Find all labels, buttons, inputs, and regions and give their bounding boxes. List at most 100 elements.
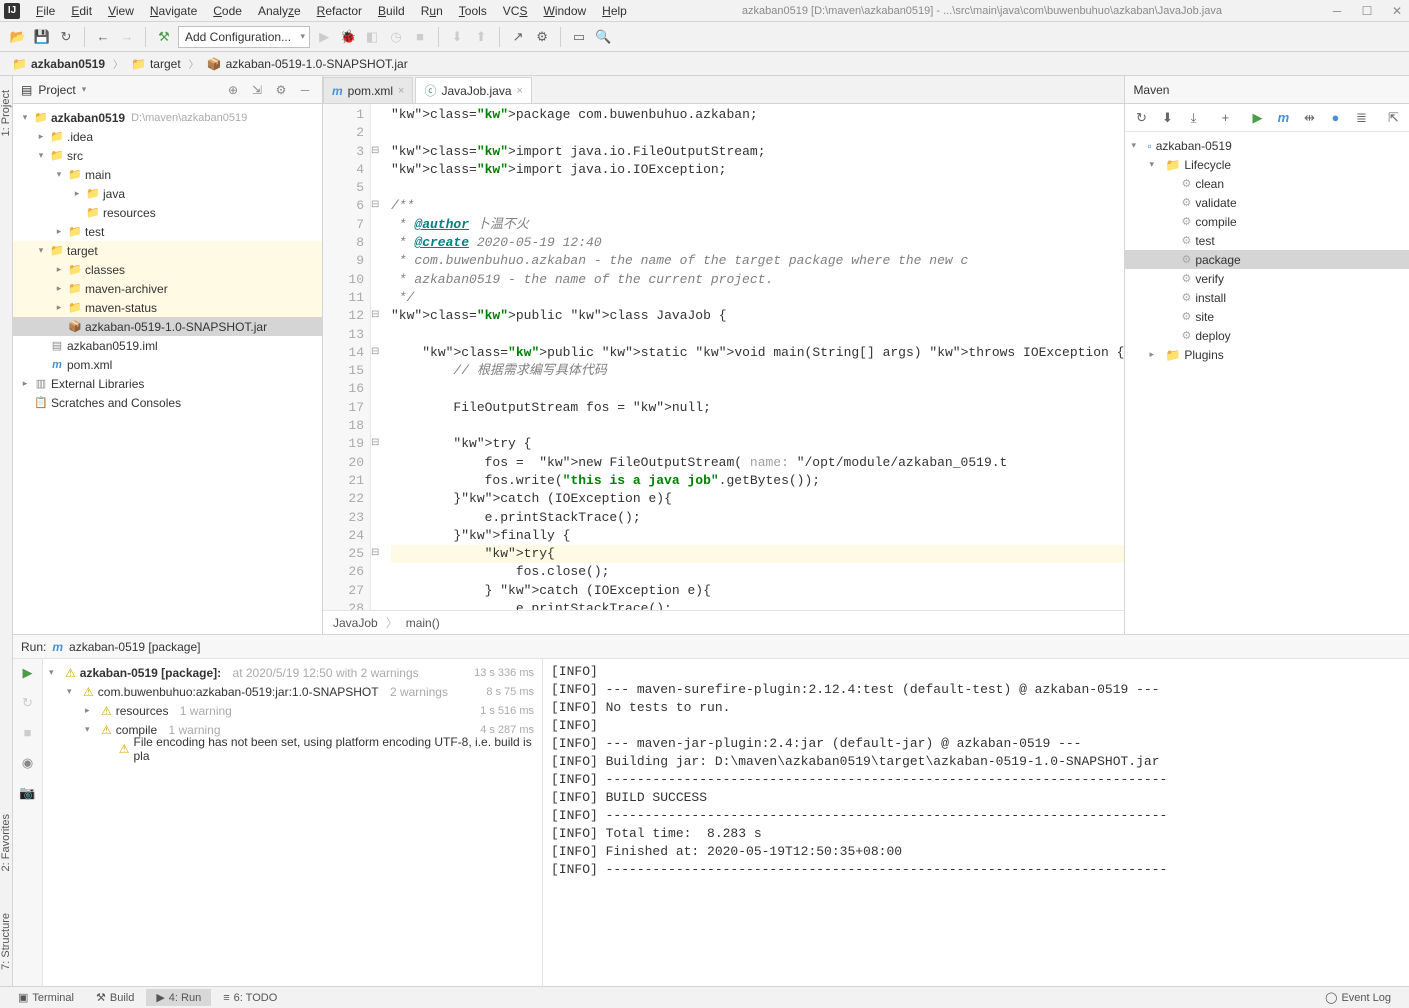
- menu-view[interactable]: View: [100, 2, 142, 20]
- tab-javajob[interactable]: ⓒJavaJob.java×: [415, 77, 532, 103]
- crumb-project[interactable]: 📁azkaban0519: [8, 57, 109, 71]
- breadcrumb-class[interactable]: JavaJob: [333, 616, 378, 630]
- show-icon[interactable]: ◉: [18, 755, 38, 775]
- forward-icon[interactable]: →: [117, 27, 137, 47]
- console-output[interactable]: [INFO][INFO] --- maven-surefire-plugin:2…: [543, 659, 1409, 986]
- crumb-target[interactable]: 📁target: [127, 57, 185, 71]
- menu-navigate[interactable]: Navigate: [142, 2, 205, 20]
- rail-structure[interactable]: 7: Structure: [0, 907, 12, 976]
- close-icon[interactable]: ×: [517, 85, 523, 97]
- menu-help[interactable]: Help: [594, 2, 635, 20]
- maven-phase-clean[interactable]: ⚙clean: [1125, 174, 1409, 193]
- menu-run[interactable]: Run: [413, 2, 451, 20]
- maven-lifecycle[interactable]: ▾📁Lifecycle: [1125, 155, 1409, 174]
- maven-phase-test[interactable]: ⚙test: [1125, 231, 1409, 250]
- tree-main[interactable]: ▾📁main: [13, 165, 322, 184]
- stab-terminal[interactable]: ▣Terminal: [8, 989, 84, 1006]
- tree-pom[interactable]: mpom.xml: [13, 355, 322, 374]
- tree-idea[interactable]: ▸📁.idea: [13, 127, 322, 146]
- run-tree-row[interactable]: ▾⚠com.buwenbuhuo:azkaban-0519:jar:1.0-SN…: [43, 682, 542, 701]
- expand-icon[interactable]: ⇲: [248, 83, 266, 97]
- download-icon[interactable]: ⤓: [1183, 108, 1203, 128]
- back-icon[interactable]: ←: [93, 27, 113, 47]
- sync-icon[interactable]: ↻: [56, 27, 76, 47]
- rail-project[interactable]: 1: Project: [0, 84, 12, 142]
- rerun-icon[interactable]: ▶: [18, 665, 38, 685]
- run-tree-row[interactable]: ⚠File encoding has not been set, using p…: [43, 739, 542, 758]
- run-icon[interactable]: ▶: [314, 27, 334, 47]
- close-button[interactable]: ✕: [1389, 4, 1405, 18]
- debug-icon[interactable]: 🐞: [338, 27, 358, 47]
- maven-phase-deploy[interactable]: ⚙deploy: [1125, 326, 1409, 345]
- tree-ext-lib[interactable]: ▸▥External Libraries: [13, 374, 322, 393]
- stab-todo[interactable]: ≡6: TODO: [213, 990, 287, 1006]
- chevron-down-icon[interactable]: ▾: [82, 84, 87, 95]
- maven-phase-verify[interactable]: ⚙verify: [1125, 269, 1409, 288]
- settings-icon[interactable]: ⚙: [532, 27, 552, 47]
- coverage-icon[interactable]: ◧: [362, 27, 382, 47]
- menu-vcs[interactable]: VCS: [495, 2, 536, 20]
- open-icon[interactable]: 📂: [8, 27, 28, 47]
- run-tree-row[interactable]: ▸⚠resources 1 warning1 s 516 ms: [43, 701, 542, 720]
- toggle-icon[interactable]: ⇹: [1299, 108, 1319, 128]
- collapse-icon[interactable]: ⇱: [1383, 108, 1403, 128]
- maven-root[interactable]: ▾▫azkaban-0519: [1125, 136, 1409, 155]
- gear-icon[interactable]: ⚙: [272, 83, 290, 97]
- reimport-icon[interactable]: ↻: [1131, 108, 1151, 128]
- tree-resources[interactable]: 📁resources: [13, 203, 322, 222]
- maven-phase-install[interactable]: ⚙install: [1125, 288, 1409, 307]
- tree-root[interactable]: ▾📁azkaban0519D:\maven\azkaban0519: [13, 108, 322, 127]
- tree-classes[interactable]: ▸📁classes: [13, 260, 322, 279]
- run-tab-label[interactable]: azkaban-0519 [package]: [69, 640, 200, 654]
- maven-phase-site[interactable]: ⚙site: [1125, 307, 1409, 326]
- maven-plugins[interactable]: ▸📁Plugins: [1125, 345, 1409, 364]
- minimize-button[interactable]: ─: [1329, 4, 1345, 18]
- hide-icon[interactable]: ─: [296, 83, 314, 97]
- stop-icon[interactable]: ■: [410, 27, 430, 47]
- dependencies-icon[interactable]: ≣: [1351, 108, 1371, 128]
- tree-maven-archiver[interactable]: ▸📁maven-archiver: [13, 279, 322, 298]
- stab-eventlog[interactable]: ◯Event Log: [1315, 989, 1401, 1006]
- maven-phase-compile[interactable]: ⚙compile: [1125, 212, 1409, 231]
- structure-icon[interactable]: ↗: [508, 27, 528, 47]
- tab-pom[interactable]: mpom.xml×: [323, 77, 413, 103]
- rail-favorites[interactable]: 2: Favorites: [0, 808, 12, 877]
- menu-build[interactable]: Build: [370, 2, 413, 20]
- generate-icon[interactable]: ⬇: [1157, 108, 1177, 128]
- menu-code[interactable]: Code: [205, 2, 250, 20]
- maximize-button[interactable]: ☐: [1359, 4, 1375, 18]
- tree-target[interactable]: ▾📁target: [13, 241, 322, 260]
- maven-phase-validate[interactable]: ⚙validate: [1125, 193, 1409, 212]
- menu-analyze[interactable]: Analyze: [250, 2, 309, 20]
- camera-icon[interactable]: 📷: [18, 785, 38, 805]
- menu-window[interactable]: Window: [535, 2, 594, 20]
- build-icon[interactable]: ⚒: [154, 27, 174, 47]
- close-icon[interactable]: ×: [398, 85, 404, 97]
- editor-body[interactable]: 1234567891011121314151617181920212223242…: [323, 104, 1124, 610]
- menu-file[interactable]: File: [28, 2, 63, 20]
- tree-src[interactable]: ▾📁src: [13, 146, 322, 165]
- vcs-commit-icon[interactable]: ⬆: [471, 27, 491, 47]
- tree-scratches[interactable]: 📋Scratches and Consoles: [13, 393, 322, 412]
- tree-java[interactable]: ▸📁java: [13, 184, 322, 203]
- menu-tools[interactable]: Tools: [451, 2, 495, 20]
- run-icon[interactable]: ▶: [1247, 108, 1267, 128]
- tablet-icon[interactable]: ▭: [569, 27, 589, 47]
- maven-phase-package[interactable]: ⚙package: [1125, 250, 1409, 269]
- tree-test[interactable]: ▸📁test: [13, 222, 322, 241]
- run-config-combo[interactable]: Add Configuration...: [178, 26, 310, 48]
- execute-icon[interactable]: m: [1273, 108, 1293, 128]
- search-icon[interactable]: 🔍: [593, 27, 613, 47]
- menu-edit[interactable]: Edit: [63, 2, 100, 20]
- tree-maven-status[interactable]: ▸📁maven-status: [13, 298, 322, 317]
- crumb-jar[interactable]: 📦azkaban-0519-1.0-SNAPSHOT.jar: [203, 57, 412, 71]
- profile-icon[interactable]: ◷: [386, 27, 406, 47]
- vcs-update-icon[interactable]: ⬇: [447, 27, 467, 47]
- stop2-icon[interactable]: ↻: [18, 695, 38, 715]
- add-icon[interactable]: +: [1215, 108, 1235, 128]
- save-icon[interactable]: 💾: [32, 27, 52, 47]
- offline-icon[interactable]: ●: [1325, 108, 1345, 128]
- stab-build[interactable]: ⚒Build: [86, 989, 144, 1006]
- tree-jar[interactable]: 📦azkaban-0519-1.0-SNAPSHOT.jar: [13, 317, 322, 336]
- tree-iml[interactable]: ▤azkaban0519.iml: [13, 336, 322, 355]
